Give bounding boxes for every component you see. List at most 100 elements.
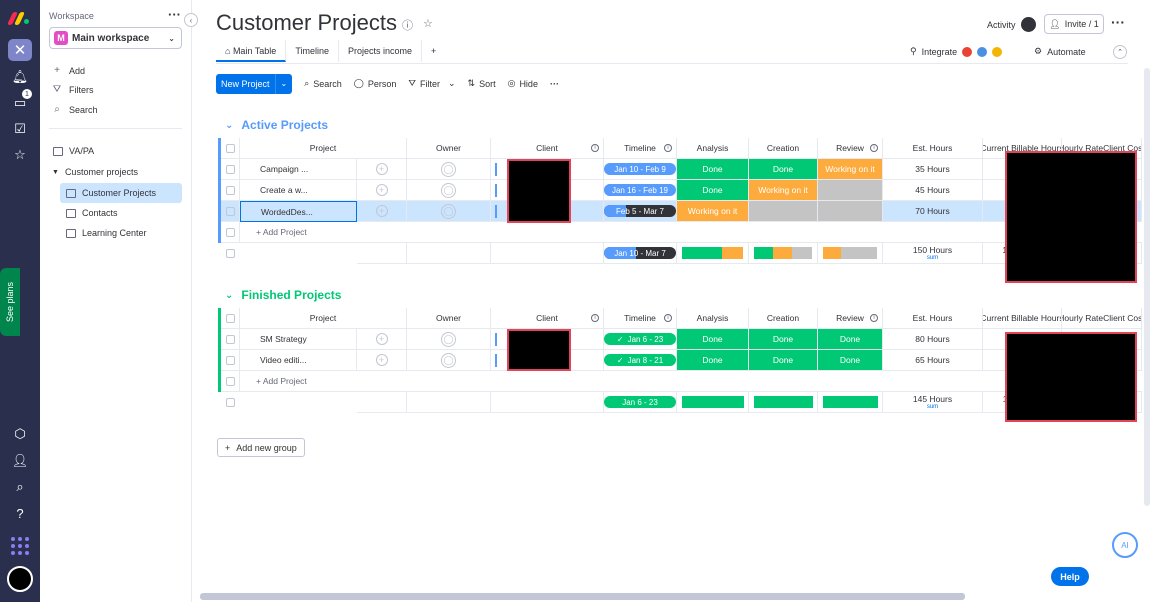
chevron-down-icon[interactable]: ⌄ — [225, 290, 233, 301]
project-name[interactable]: Video editi... — [260, 355, 307, 365]
chevron-down-icon[interactable]: ⌄ — [274, 73, 293, 94]
timeline-pill[interactable]: ✓ Jan 6 - 23 — [604, 333, 676, 345]
add-new-group-button[interactable]: + Add new group — [217, 438, 305, 457]
person-icon[interactable]: ◯ — [441, 182, 456, 198]
row-checkbox[interactable] — [225, 376, 235, 386]
add-update-icon[interactable]: + — [375, 354, 388, 366]
person-icon[interactable]: ◯ — [441, 161, 456, 177]
bell-icon[interactable]: 🔔︎ — [0, 66, 40, 88]
filter-button[interactable]: ⛛ Filter ⌄ — [408, 78, 455, 89]
sidebar-item-learning-center[interactable]: Learning Center — [66, 228, 147, 238]
work-management-icon[interactable]: ✕ — [8, 39, 32, 61]
person-icon[interactable]: ◯ — [441, 331, 456, 347]
product-switcher-icon[interactable] — [11, 537, 29, 555]
user-avatar[interactable] — [7, 566, 33, 592]
add-update-icon[interactable]: + — [375, 205, 388, 217]
workspace-more-icon[interactable]: ··· — [168, 7, 181, 22]
sidebar-filters[interactable]: ⛛ Filters — [52, 84, 94, 95]
row-checkbox[interactable] — [226, 249, 235, 258]
sort-button[interactable]: ⇅ Sort — [468, 78, 496, 89]
timeline-pill[interactable]: Jan 10 - Feb 9 — [604, 163, 676, 175]
status-cell-review[interactable] — [818, 180, 883, 201]
status-cell-creation[interactable] — [749, 201, 818, 222]
status-cell-creation[interactable]: Done — [749, 350, 818, 371]
tab-projects-income[interactable]: Projects income — [339, 40, 423, 62]
row-checkbox[interactable] — [225, 164, 235, 174]
invite-members-icon[interactable]: 👤︎ — [0, 450, 40, 472]
horizontal-scrollbar[interactable] — [200, 593, 965, 600]
sidebar-item-customer-projects[interactable]: Customer Projects — [60, 183, 182, 203]
status-cell-analysis[interactable]: Done — [677, 329, 749, 350]
invite-button[interactable]: 👤︎ Invite / 1 — [1044, 14, 1104, 34]
chevron-down-icon[interactable]: ⌄ — [225, 120, 233, 131]
new-project-button[interactable]: New Project ⌄ — [216, 73, 293, 94]
see-plans-button[interactable]: See plans — [0, 268, 20, 336]
status-cell-analysis[interactable]: Done — [677, 159, 749, 180]
sidebar-folder-customer-projects[interactable]: ▼ Customer projects — [52, 167, 138, 177]
status-cell-review[interactable]: Done — [818, 329, 883, 350]
info-icon[interactable]: ⓘ — [402, 17, 413, 33]
person-icon[interactable]: ◯ — [441, 203, 456, 219]
add-update-icon[interactable]: + — [375, 163, 388, 175]
help-button[interactable]: Help — [1051, 567, 1089, 586]
status-cell-analysis[interactable]: Working on it — [677, 201, 749, 222]
timeline-pill[interactable]: ✓ Jan 8 - 21 — [604, 354, 676, 366]
status-cell-analysis[interactable]: Done — [677, 180, 749, 201]
group-title[interactable]: ⌄ Finished Projects — [225, 288, 341, 302]
timeline-pill[interactable]: Jan 16 - Feb 19 — [604, 184, 676, 196]
info-icon[interactable]: i — [664, 144, 672, 152]
favorites-icon[interactable]: ☆ — [0, 144, 40, 166]
more-options-icon[interactable]: ··· — [1111, 14, 1125, 30]
info-icon[interactable]: i — [664, 314, 672, 322]
star-icon[interactable]: ☆ — [423, 17, 433, 33]
apps-icon[interactable]: ⬡ — [0, 423, 40, 445]
assistant-icon[interactable]: AI — [1112, 532, 1138, 558]
tab-main-table[interactable]: ⌂ Main Table — [216, 40, 287, 62]
add-view-button[interactable]: + — [422, 40, 445, 62]
sidebar-add[interactable]: + Add — [52, 65, 85, 76]
hide-button[interactable]: ◎ Hide — [508, 78, 538, 89]
row-checkbox[interactable] — [225, 227, 235, 237]
monday-logo[interactable] — [6, 10, 30, 25]
more-icon[interactable]: ··· — [550, 79, 559, 89]
info-icon[interactable]: i — [591, 314, 599, 322]
integrate-button[interactable]: ⚲ Integrate — [910, 46, 1003, 57]
person-filter-button[interactable]: ◯ Person — [354, 78, 397, 89]
search-button[interactable]: ⌕ Search — [304, 78, 342, 89]
workspace-selector[interactable]: M Main workspace ⌄ — [49, 27, 182, 49]
project-name[interactable]: SM Strategy — [260, 334, 307, 344]
status-cell-analysis[interactable]: Done — [677, 350, 749, 371]
group-title[interactable]: ⌄ Active Projects — [225, 118, 328, 132]
project-name[interactable]: WordedDes... — [261, 207, 313, 217]
sidebar-item-contacts[interactable]: Contacts — [66, 208, 118, 218]
vertical-scrollbar[interactable] — [1144, 68, 1150, 506]
status-cell-review[interactable] — [818, 201, 883, 222]
add-update-icon[interactable]: + — [375, 184, 388, 196]
sidebar-item-vapa[interactable]: VA/PA — [53, 146, 94, 156]
status-cell-creation[interactable]: Done — [749, 329, 818, 350]
page-title[interactable]: Customer Projects — [216, 10, 397, 36]
status-cell-review[interactable]: Working on it — [818, 159, 883, 180]
row-checkbox[interactable] — [226, 398, 235, 407]
status-cell-creation[interactable]: Done — [749, 159, 818, 180]
help-icon[interactable]: ? — [0, 502, 40, 524]
row-checkbox[interactable] — [225, 355, 235, 365]
row-checkbox[interactable] — [225, 143, 235, 153]
add-update-icon[interactable]: + — [375, 333, 388, 345]
activity-button[interactable]: Activity — [987, 17, 1036, 32]
collapse-header-icon[interactable]: ⌃ — [1113, 45, 1127, 59]
info-icon[interactable]: i — [591, 144, 599, 152]
row-checkbox[interactable] — [225, 206, 235, 216]
row-checkbox[interactable] — [225, 313, 235, 323]
search-icon[interactable]: ⌕ — [0, 476, 40, 498]
project-name[interactable]: Campaign ... — [260, 164, 308, 174]
info-icon[interactable]: i — [870, 314, 878, 322]
status-cell-creation[interactable]: Working on it — [749, 180, 818, 201]
sidebar-search[interactable]: ⌕ Search — [52, 104, 97, 115]
tab-timeline[interactable]: Timeline — [286, 40, 339, 62]
project-name[interactable]: Create a w... — [260, 185, 308, 195]
my-work-icon[interactable]: ☑ — [0, 118, 40, 140]
automate-button[interactable]: ⚙ Automate — [1034, 46, 1086, 57]
timeline-pill[interactable]: Feb 5 - Mar 7 — [604, 205, 676, 217]
row-checkbox[interactable] — [225, 185, 235, 195]
